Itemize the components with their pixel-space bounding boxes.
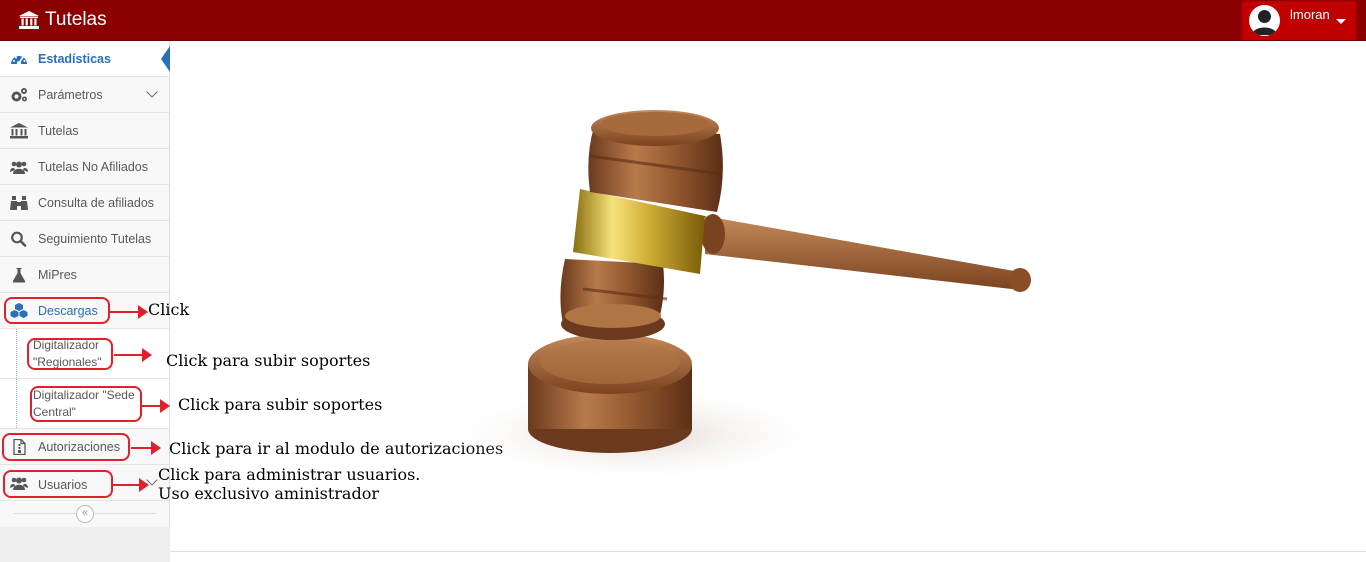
highlight-autorizaciones — [2, 433, 130, 461]
user-name: lmoran — [1290, 7, 1330, 22]
cogs-icon — [11, 88, 27, 102]
bank-icon — [19, 11, 39, 29]
arrow-sede-central — [142, 399, 170, 413]
arrow-autorizaciones — [131, 441, 161, 455]
highlight-sede-central — [30, 386, 142, 422]
user-menu[interactable]: lmoran — [1242, 1, 1356, 40]
sidebar-item-label: Seguimiento Tutelas — [38, 232, 152, 246]
binoculars-icon — [10, 196, 28, 210]
sidebar-footer — [0, 527, 170, 562]
sidebar-item-estadisticas[interactable]: Estadísticas — [0, 41, 170, 77]
collapse-sidebar-button[interactable]: « — [76, 505, 94, 523]
user-avatar-icon — [1252, 10, 1277, 35]
arrow-usuarios — [113, 478, 149, 492]
gavel-image — [435, 94, 1055, 489]
annotation-usuarios-line2: Uso exclusivo aministrador — [158, 484, 379, 503]
users-icon — [10, 161, 28, 174]
sidebar-collapse-row: « — [0, 501, 169, 527]
footer-divider — [170, 551, 1366, 552]
flask-icon — [13, 268, 25, 283]
search-icon — [11, 231, 27, 247]
sidebar-item-mipres[interactable]: MiPres — [0, 257, 169, 293]
arrow-regionales — [114, 348, 152, 362]
annotation-regionales: Click para subir soportes — [166, 351, 371, 370]
brand[interactable]: Tutelas — [19, 9, 107, 31]
highlight-descargas — [4, 297, 110, 324]
sidebar-item-label: MiPres — [38, 268, 77, 282]
sidebar-item-consulta-afiliados[interactable]: Consulta de afiliados — [0, 185, 169, 221]
sidebar-item-label: Estadísticas — [38, 52, 111, 66]
caret-down-icon — [1336, 19, 1346, 24]
active-indicator — [161, 46, 170, 72]
dashboard-icon — [11, 56, 27, 65]
arrow-descargas — [110, 305, 148, 319]
annotation-autorizaciones: Click para ir al modulo de autorizacione… — [169, 439, 504, 458]
sidebar-item-tutelas-no-afiliados[interactable]: Tutelas No Afiliados — [0, 149, 169, 185]
sidebar-item-label: Parámetros — [38, 88, 103, 102]
sidebar-item-label: Consulta de afiliados — [38, 196, 155, 210]
sidebar-item-tutelas[interactable]: Tutelas — [0, 113, 169, 149]
sidebar-item-parametros[interactable]: Parámetros — [0, 77, 169, 113]
sidebar-item-label: Tutelas — [38, 124, 79, 138]
top-navbar: Tutelas lmoran — [0, 0, 1366, 41]
sidebar-item-label: Tutelas No Afiliados — [38, 160, 149, 174]
sidebar-item-seguimiento-tutelas[interactable]: Seguimiento Tutelas — [0, 221, 169, 257]
tree-line — [16, 329, 17, 378]
tree-line — [16, 379, 17, 428]
avatar — [1249, 5, 1280, 36]
annotation-descargas: Click — [148, 300, 190, 319]
highlight-usuarios — [3, 470, 113, 498]
annotation-sede-central: Click para subir soportes — [178, 395, 383, 414]
chevron-down-icon — [146, 86, 158, 98]
highlight-regionales — [27, 338, 113, 370]
bank-icon — [10, 123, 28, 139]
annotation-usuarios-line1: Click para administrar usuarios. — [158, 465, 421, 484]
app-title: Tutelas — [45, 9, 107, 30]
